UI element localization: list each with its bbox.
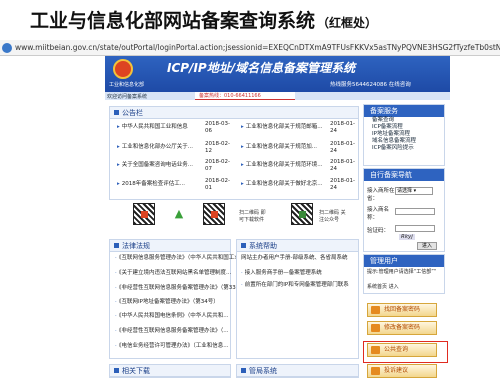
notice-item[interactable]: ▸ 工业和信息化部关于规范加... [241, 144, 317, 151]
scan-follow-caption: 扫二维码 关注公众号 [319, 210, 346, 223]
national-emblem-icon [113, 59, 133, 79]
notice-date: 2018-01-24 [330, 121, 355, 134]
management-panel: 管局系统 [236, 364, 359, 378]
downloads-heading: 相关下载 [110, 365, 230, 377]
heading-bullet-icon [114, 243, 119, 248]
service-item-domain-flow[interactable]: 域名信息备案流程 [364, 138, 444, 145]
notice-date: 2018-02-12 [205, 141, 230, 154]
hotline-small: 备案热线：010-66411166 [195, 92, 295, 100]
notice-item[interactable]: ▸ 中华人民共和国工业和信息 [117, 124, 188, 131]
notice-date: 2018-01-24 [330, 141, 355, 154]
enter-button[interactable]: 进入 [417, 242, 437, 250]
province-select[interactable]: 请选择 ▾ [395, 187, 433, 195]
captcha-label: 验证码： [367, 228, 390, 234]
downloads-panel: 相关下载 [109, 364, 231, 378]
notice-date: 2018-02-07 [205, 159, 230, 172]
browser-icon [2, 43, 12, 53]
notice-date: 2018-01-24 [330, 178, 355, 191]
address-bar[interactable]: www.miitbeian.gov.cn/state/outPortal/log… [0, 40, 500, 56]
help-item[interactable]: · 前置所在部门的IP和专网备案管理部门联系 [241, 282, 349, 289]
notice-heading: 公告栏 [110, 107, 358, 119]
notice-item[interactable]: ▸ 关于全国备案咨询电话业务... [117, 162, 193, 169]
captcha-input[interactable] [395, 225, 435, 232]
qr-code-app [133, 203, 155, 225]
province-label: 接入商所在省： [367, 188, 395, 202]
service-heading: 备案服务 [364, 105, 444, 117]
help-heading: 系统帮助 [237, 240, 358, 252]
site-banner: 工业和信息化部 ICP/IP地址/域名信息备案管理系统 热线服务56446240… [105, 56, 450, 92]
service-item-query[interactable]: 备案查询 [364, 117, 444, 124]
hotline-text[interactable]: 热线服务5644624086 在线咨询 [330, 80, 411, 88]
find-password-button[interactable]: 找回备案密码 [367, 303, 437, 317]
notice-date: 2018-03-06 [205, 121, 230, 134]
scan-download-caption: 扫二维码 即可下载软件 [239, 210, 266, 223]
apple-icon[interactable] [113, 208, 125, 220]
notice-item[interactable]: ▸ 工业和信息化部关于规范邮箱... [241, 124, 323, 131]
notice-item[interactable]: ▸ 2018年备案检查评估工... [117, 181, 185, 188]
isp-name-input[interactable] [395, 208, 435, 215]
change-password-button[interactable]: 修改备案密码 [367, 321, 437, 335]
edit-icon [371, 324, 380, 332]
management-heading: 管局系统 [237, 365, 358, 377]
law-item[interactable]: · 《电信业务经营许可管理办法》（工业和信息... [115, 343, 229, 350]
self-record-heading: 自行备案导航 [364, 169, 444, 181]
complaint-icon [371, 367, 380, 375]
slide-title: 工业与信息化部网站备案查询系统 （红框处） [30, 10, 378, 32]
manage-link[interactable]: 系统首页 进入 [367, 283, 399, 290]
ministry-name: 工业和信息化部 [109, 82, 145, 88]
help-item[interactable]: · 接入服务商手册—备案管理系统 [241, 270, 322, 277]
qr-code-wechat [291, 203, 313, 225]
banner-title: ICP/IP地址/域名信息备案管理系统 [167, 61, 356, 75]
service-item-risk[interactable]: ICP备案风险提示 [364, 145, 444, 152]
law-item[interactable]: · 《非经营性互联网信息服务备案管理办法》（第33号） [115, 285, 247, 292]
help-item[interactable]: 网站主办者用户手册-部级系统、各省局系统 [241, 255, 348, 262]
notice-date: 2018-02-01 [205, 178, 230, 191]
android-icon[interactable]: ▲ [173, 208, 185, 220]
heading-bullet-icon [114, 110, 119, 115]
complaint-button[interactable]: 投诉建议 [367, 364, 437, 378]
isp-name-label: 接入商名称： [367, 207, 390, 221]
service-item-ip-flow[interactable]: IP地址备案流程 [364, 131, 444, 138]
heading-bullet-icon [241, 243, 246, 248]
welcome-text: 欢迎访问备案系统 [107, 94, 148, 100]
heading-bullet-icon [114, 368, 119, 373]
service-item-icp-flow[interactable]: ICP备案流程 [364, 124, 444, 131]
law-item[interactable]: · 《互联网IP地址备案管理办法》（第34号） [115, 299, 219, 306]
heading-bullet-icon [241, 368, 246, 373]
law-item[interactable]: · 《中华人民共和国电信条例》（中华人民共和... [115, 313, 229, 320]
notice-date: 2018-01-24 [330, 159, 355, 172]
qr-code-app-android [203, 203, 225, 225]
law-item[interactable]: · 《关于建立境内违法互联网站黑名单管理制度... [115, 270, 231, 277]
highlight-box [363, 341, 448, 363]
notice-item[interactable]: ▸ 工业和信息化部办公厅关于... [117, 144, 193, 151]
slide-subtitle: （红框处） [317, 16, 378, 30]
laws-heading: 法律法规 [110, 240, 230, 252]
captcha-image[interactable]: Rkyj [399, 234, 415, 240]
service-panel: 备案服务 备案查询 ICP备案流程 IP地址备案流程 域名信息备案流程 ICP备… [363, 104, 445, 166]
website-screenshot: 工业和信息化部 ICP/IP地址/域名信息备案管理系统 热线服务56446240… [105, 56, 450, 382]
law-item[interactable]: · 《互联网信息服务管理办法》（中华人民共和国工业... [115, 255, 245, 262]
notice-item[interactable]: ▸ 工业和信息化部关于做好北京... [241, 181, 323, 188]
law-item[interactable]: · 《非经营性互联网信息服务备案管理办法》（... [115, 328, 229, 335]
url-text: www.miitbeian.gov.cn/state/outPortal/log… [15, 43, 500, 52]
manage-hint: 提示:管理用户请选择“工信部”“ [367, 269, 437, 275]
notice-item[interactable]: ▸ 工业和信息化部关于规范环境... [241, 162, 323, 169]
key-icon [371, 306, 380, 314]
manage-heading: 管理用户 [364, 255, 444, 267]
